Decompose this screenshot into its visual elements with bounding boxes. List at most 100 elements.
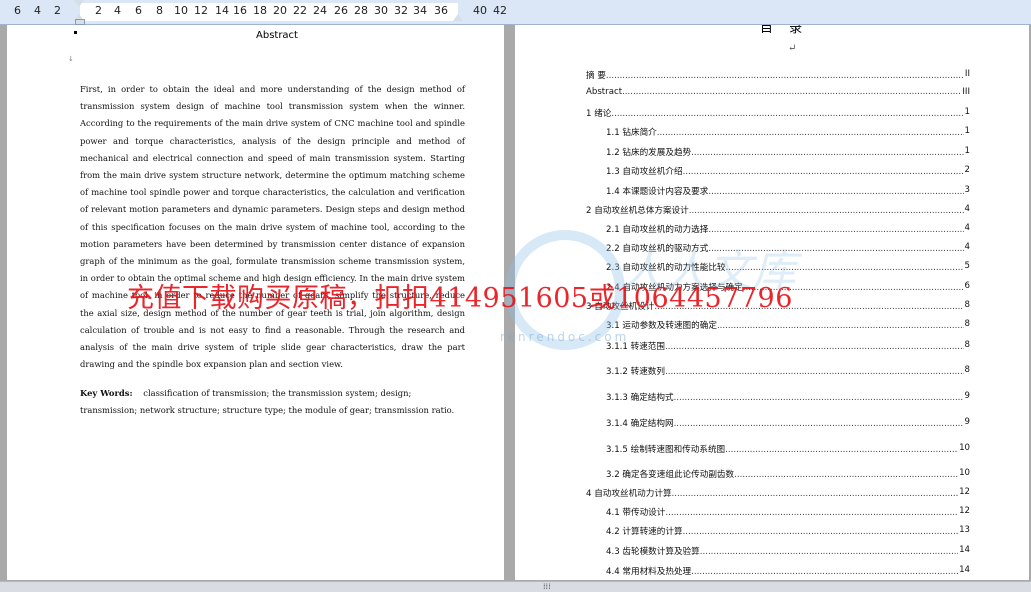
toc-leader-dots: ........................................…	[682, 167, 970, 177]
ruler-tick-label: 6	[14, 4, 21, 17]
toc-entry-label: 摘 要	[586, 71, 606, 81]
toc-entry-page: 9	[963, 417, 970, 427]
toc-entry[interactable]: Abstract................................…	[586, 87, 970, 97]
ruler-tick-label: 6	[135, 4, 142, 17]
toc-entry-page: 9	[963, 391, 970, 401]
toc-entry-page: 8	[963, 300, 970, 310]
toc-entry[interactable]: 3.1.1 转速范围..............................…	[606, 340, 970, 352]
toc-entry-label: 2 自动攻丝机总体方案设计	[586, 206, 689, 216]
ruler-tick-label: 14	[215, 4, 229, 17]
toc-entry-label: 1.4 本课题设计内容及要求	[606, 187, 709, 197]
toc-leader-dots: ........................................…	[664, 367, 970, 377]
ruler-tick-label: 10	[174, 4, 188, 17]
toc-entry-page: 1	[963, 107, 970, 117]
ruler-tick-label: 26	[334, 4, 348, 17]
toc-leader-dots: ........................................…	[691, 148, 970, 158]
ruler-tick-label: 40	[473, 4, 487, 17]
toc-entry-label: 1.1 钻床简介	[606, 128, 657, 138]
toc-leader-dots: ........................................…	[691, 567, 970, 577]
ruler-tick-label: 28	[354, 4, 368, 17]
toc-entry-label: 4.4 常用材料及热处理	[606, 567, 692, 577]
ruler-tick-label: 2	[95, 4, 102, 17]
toc-entry[interactable]: 1.2 钻床的发展及趋势............................…	[606, 146, 970, 158]
ruler-tick-label: 24	[313, 4, 327, 17]
toc-entry-page: 3	[963, 185, 970, 195]
toc-leader-dots: ........................................…	[664, 342, 970, 352]
toc-leader-dots: ........................................…	[605, 71, 970, 81]
toc-entry-page: 14	[958, 545, 970, 555]
toc-leader-dots: ........................................…	[688, 206, 970, 216]
abstract-body: First, in order to obtain the ideal and …	[80, 84, 465, 370]
paragraph-mark: ↵	[788, 43, 797, 54]
toc-entry-page: 6	[963, 281, 970, 291]
toc-leader-dots: ........................................…	[673, 393, 970, 403]
ruler-tick-label: 30	[374, 4, 388, 17]
first-line-indent-marker[interactable]	[74, 0, 84, 7]
toc-leader-dots: ........................................…	[708, 225, 970, 235]
toc-entry[interactable]: 1.3 自动攻丝机介绍.............................…	[606, 165, 970, 177]
toc-entry-label: 2.1 自动攻丝机的动力选择	[606, 225, 709, 235]
toc-entry-page: 4	[963, 223, 970, 233]
toc-entry[interactable]: 4.1 带传动设计...............................…	[606, 506, 970, 518]
toc-entry[interactable]: 4.2 计算转速的计算.............................…	[606, 525, 970, 537]
toc-entry-page: III	[961, 87, 970, 97]
toc-entry[interactable]: 3.1 运动参数及转速图的确定.........................…	[606, 319, 970, 331]
toc-entry[interactable]: 1.4 本课题设计内容及要求..........................…	[606, 185, 970, 197]
horizontal-scrollbar[interactable]	[0, 581, 1031, 592]
ruler-tick-label: 18	[253, 4, 267, 17]
toc-entry[interactable]: 4.3 齿轮模数计算及验算...........................…	[606, 545, 970, 557]
toc-entry[interactable]: 3.1.3 确定结构式.............................…	[606, 391, 970, 403]
abstract-title: Abstract	[256, 30, 298, 41]
toc-leader-dots: ........................................…	[682, 527, 970, 537]
toc-entry-label: Abstract	[586, 87, 623, 97]
toc-entry[interactable]: 3.1.2 转速数列..............................…	[606, 365, 970, 377]
ruler-tick-label: 12	[194, 4, 208, 17]
toc-entry-label: 3.2 确定各变速组此论传动副齿数	[606, 470, 735, 480]
toc-entry-label: 3.1.2 转速数列	[606, 367, 665, 377]
toc-leader-dots: ........................................…	[622, 87, 970, 97]
toc-entry-label: 4.1 带传动设计	[606, 508, 666, 518]
toc-entry[interactable]: 2 自动攻丝机总体方案设计...........................…	[586, 204, 970, 216]
ruler-tick-label: 8	[156, 4, 163, 17]
toc-leader-dots: ........................................…	[716, 321, 970, 331]
toc-entry[interactable]: 摘 要.....................................…	[586, 69, 970, 81]
toc-entry-label: 4.3 齿轮模数计算及验算	[606, 547, 700, 557]
toc-entry[interactable]: 3.2 确定各变速组此论传动副齿数.......................…	[606, 468, 970, 480]
toc-entry-page: 12	[958, 506, 970, 516]
toc-entry[interactable]: 3.1.5 绘制转速图和传动系统图.......................…	[606, 443, 970, 455]
toc-entry[interactable]: 4.4 常用材料及热处理............................…	[606, 565, 970, 577]
scrollbar-grip-icon[interactable]: ⁞⁞⁞	[543, 582, 551, 591]
paragraph-mark: ↓	[68, 55, 74, 63]
toc-entry[interactable]: 1.1 钻床简介................................…	[606, 126, 970, 138]
toc-entry-label: 1.3 自动攻丝机介绍	[606, 167, 683, 177]
ruler-tick-label: 4	[34, 4, 41, 17]
toc-entry-page: 12	[958, 487, 970, 497]
toc-entry-label: 1 绪论	[586, 109, 612, 119]
toc-entry[interactable]: 4 自动攻丝机动力计算.............................…	[586, 487, 970, 499]
ruler-tick-label: 34	[413, 4, 427, 17]
toc-leader-dots: ........................................…	[725, 445, 970, 455]
watermark-text: 充值下载购买原稿，扣扣414951605或1064457796	[127, 283, 793, 314]
toc-entry-label: 3.1.3 确定结构式	[606, 393, 674, 403]
toc-entry[interactable]: 2.1 自动攻丝机的动力选择..........................…	[606, 223, 970, 235]
watermark-site: renrendoc.com	[500, 330, 630, 344]
ruler-tick-label: 36	[434, 4, 448, 17]
right-indent-marker[interactable]	[453, 14, 463, 21]
toc-entry-page: 8	[963, 365, 970, 375]
toc-entry[interactable]: 1 绪论....................................…	[586, 107, 970, 119]
toc-entry[interactable]: 3.1.4 确定结构网.............................…	[606, 417, 970, 429]
ruler-tick-label: 16	[233, 4, 247, 17]
toc-leader-dots: ........................................…	[708, 187, 970, 197]
toc-entry-page: 5	[963, 261, 970, 271]
horizontal-ruler[interactable]: 6 4 2 2 4 6 8 10 12 14 16 18 20 22 24 26 28 30 32 34 36 40 42	[0, 0, 1031, 25]
toc-entry-page: 13	[958, 525, 970, 535]
toc-entry-label: 4 自动攻丝机动力计算	[586, 489, 672, 499]
toc-leader-dots: ........................................…	[673, 419, 970, 429]
toc-leader-dots: ........................................…	[699, 547, 970, 557]
toc-entry-page: 1	[963, 126, 970, 136]
ruler-tick-label: 2	[54, 4, 61, 17]
keywords-label: Key Words:	[80, 388, 133, 398]
ruler-tick-label: 42	[493, 4, 507, 17]
toc-entry-page: 2	[963, 165, 970, 175]
toc-entry-page: 10	[958, 468, 970, 478]
